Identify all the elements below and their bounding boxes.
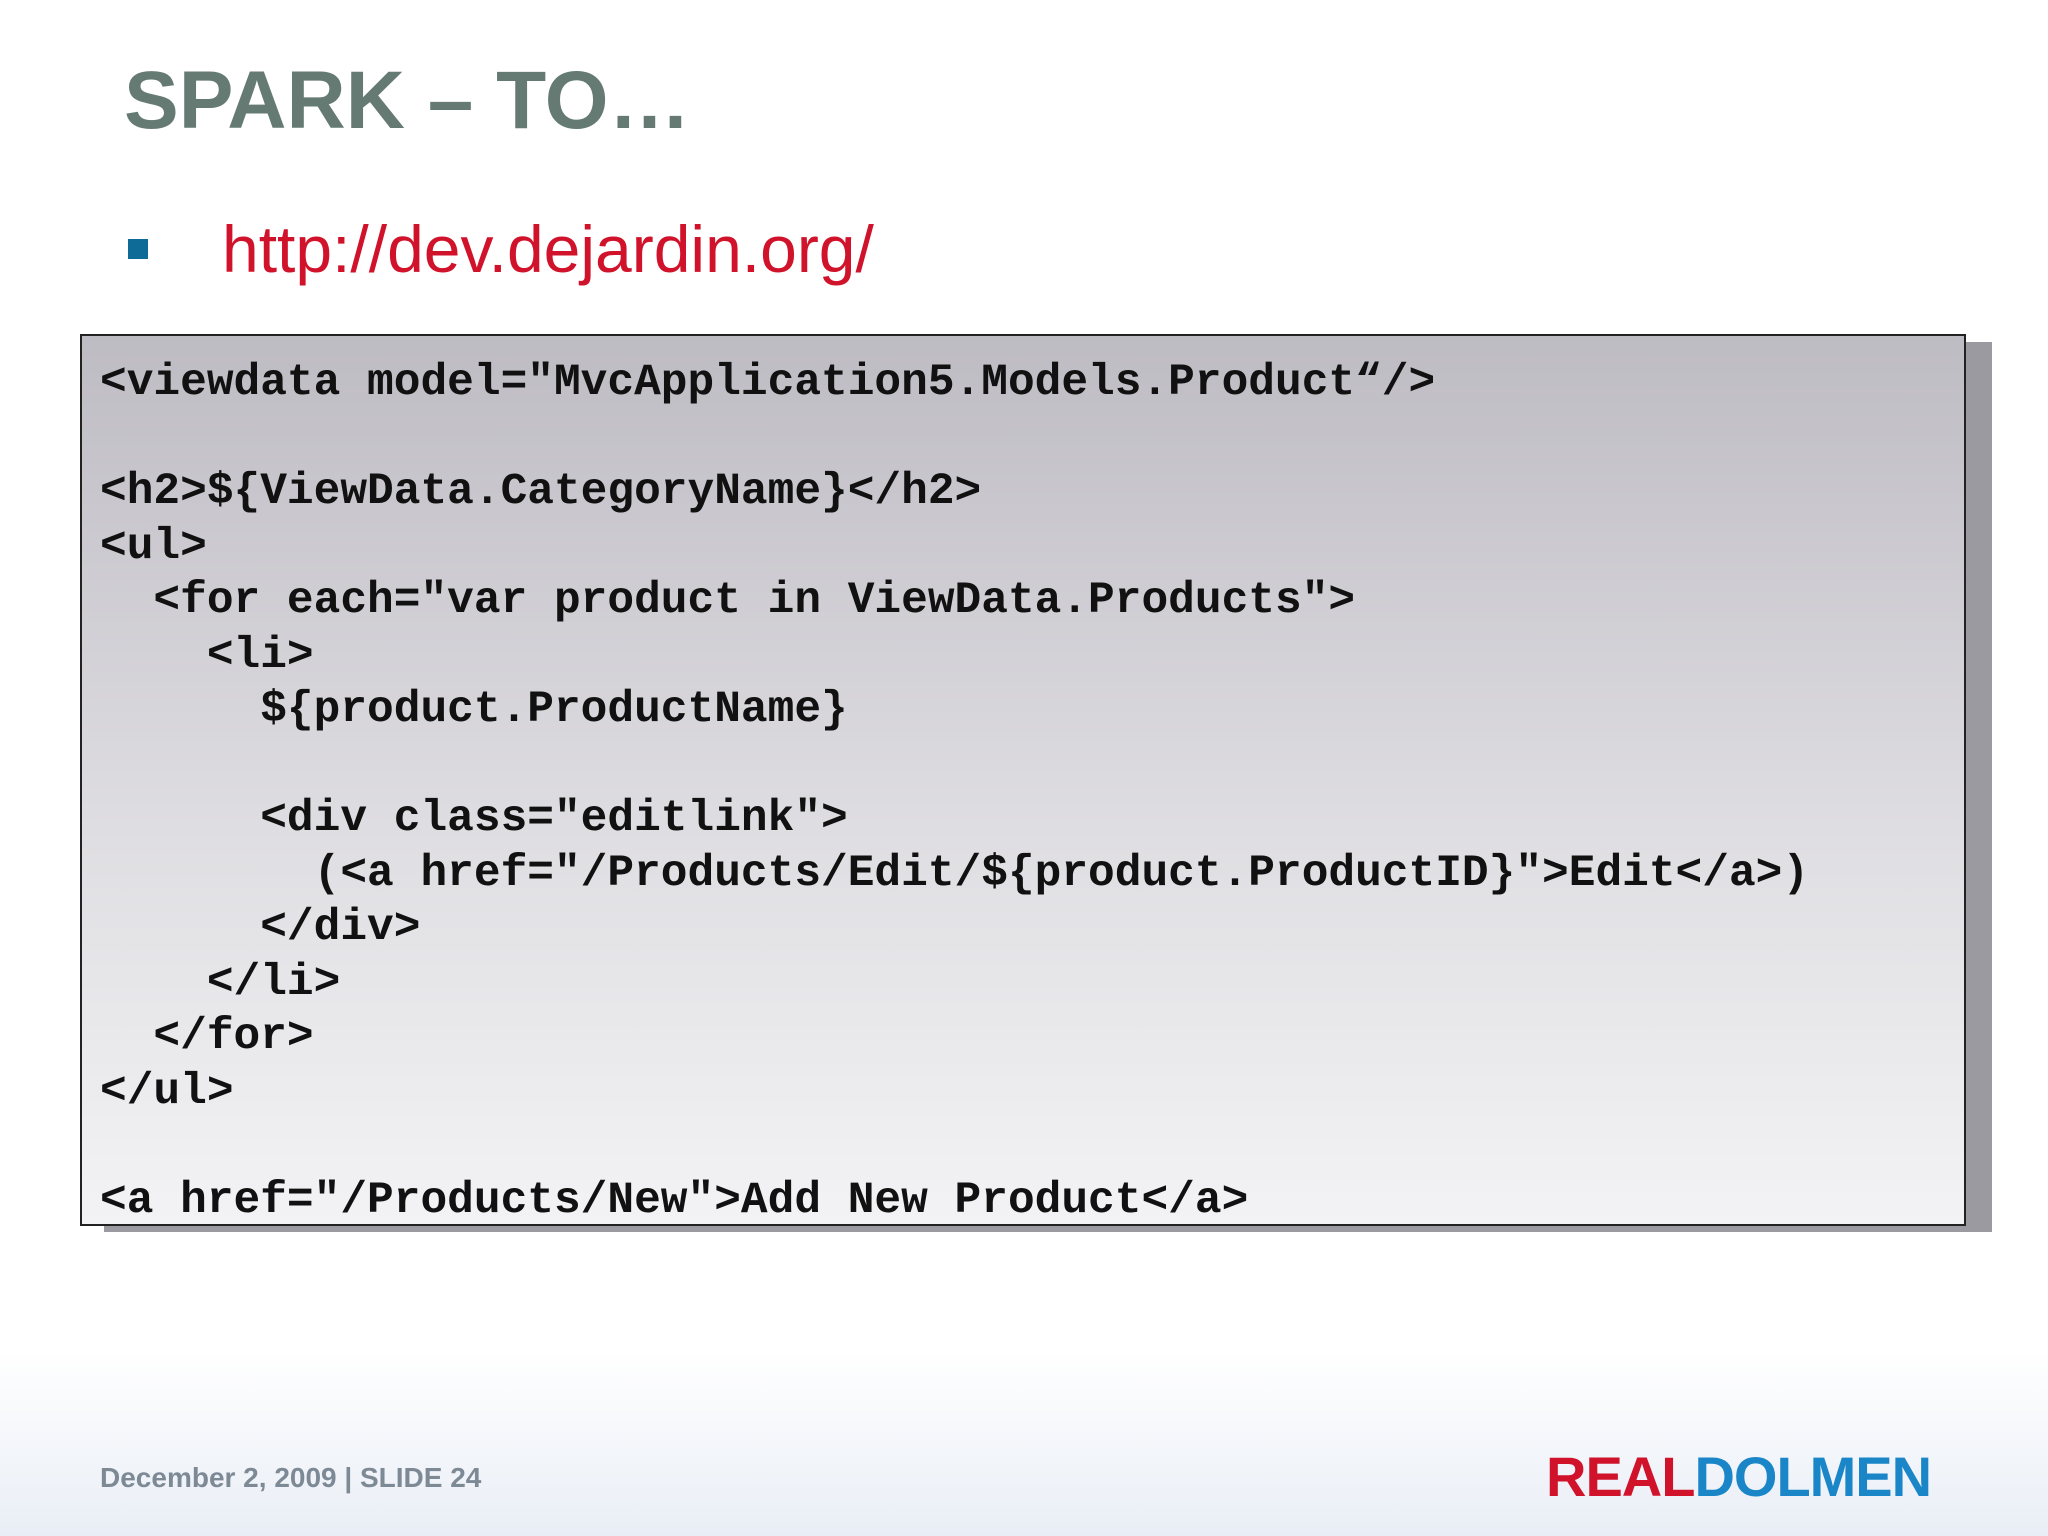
realdolmen-logo: REALDOLMEN	[1546, 1444, 1932, 1509]
footer-date-slide: December 2, 2009 | SLIDE 24	[100, 1462, 482, 1493]
code-line: </for>	[100, 1012, 314, 1062]
code-line: <viewdata model="MvcApplication5.Models.…	[100, 358, 1436, 408]
square-bullet-icon	[128, 239, 148, 259]
code-line: </ul>	[100, 1066, 234, 1117]
code-block: <viewdata model="MvcApplication5.Models.…	[80, 334, 1966, 1226]
code-line: </li>	[100, 957, 341, 1008]
code-line: <for each="var product in ViewData.Produ…	[100, 576, 1356, 626]
code-line: <h2>${ViewData.CategoryName}</h2>	[100, 467, 982, 517]
code-lines: <viewdata model="MvcApplication5.Models.…	[82, 336, 1964, 1226]
logo-dolmen-text: DOLMEN	[1694, 1445, 1932, 1508]
code-line: <li>	[100, 630, 314, 681]
logo-real-text: REAL	[1546, 1445, 1695, 1508]
slide-title: SPARK – TO…	[124, 55, 691, 146]
code-line: <a href="/Products/New">Add New Product<…	[100, 1175, 1249, 1226]
code-line: (<a href="/Products/Edit/${product.Produ…	[100, 848, 1810, 899]
bullet-item: http://dev.dejardin.org/	[128, 204, 874, 294]
code-line: <div class="editlink">	[100, 794, 848, 844]
code-line: </div>	[100, 903, 421, 953]
code-line: <ul>	[100, 521, 207, 572]
code-line: ${product.ProductName}	[100, 685, 848, 735]
dejardin-link[interactable]: http://dev.dejardin.org/	[222, 211, 874, 287]
